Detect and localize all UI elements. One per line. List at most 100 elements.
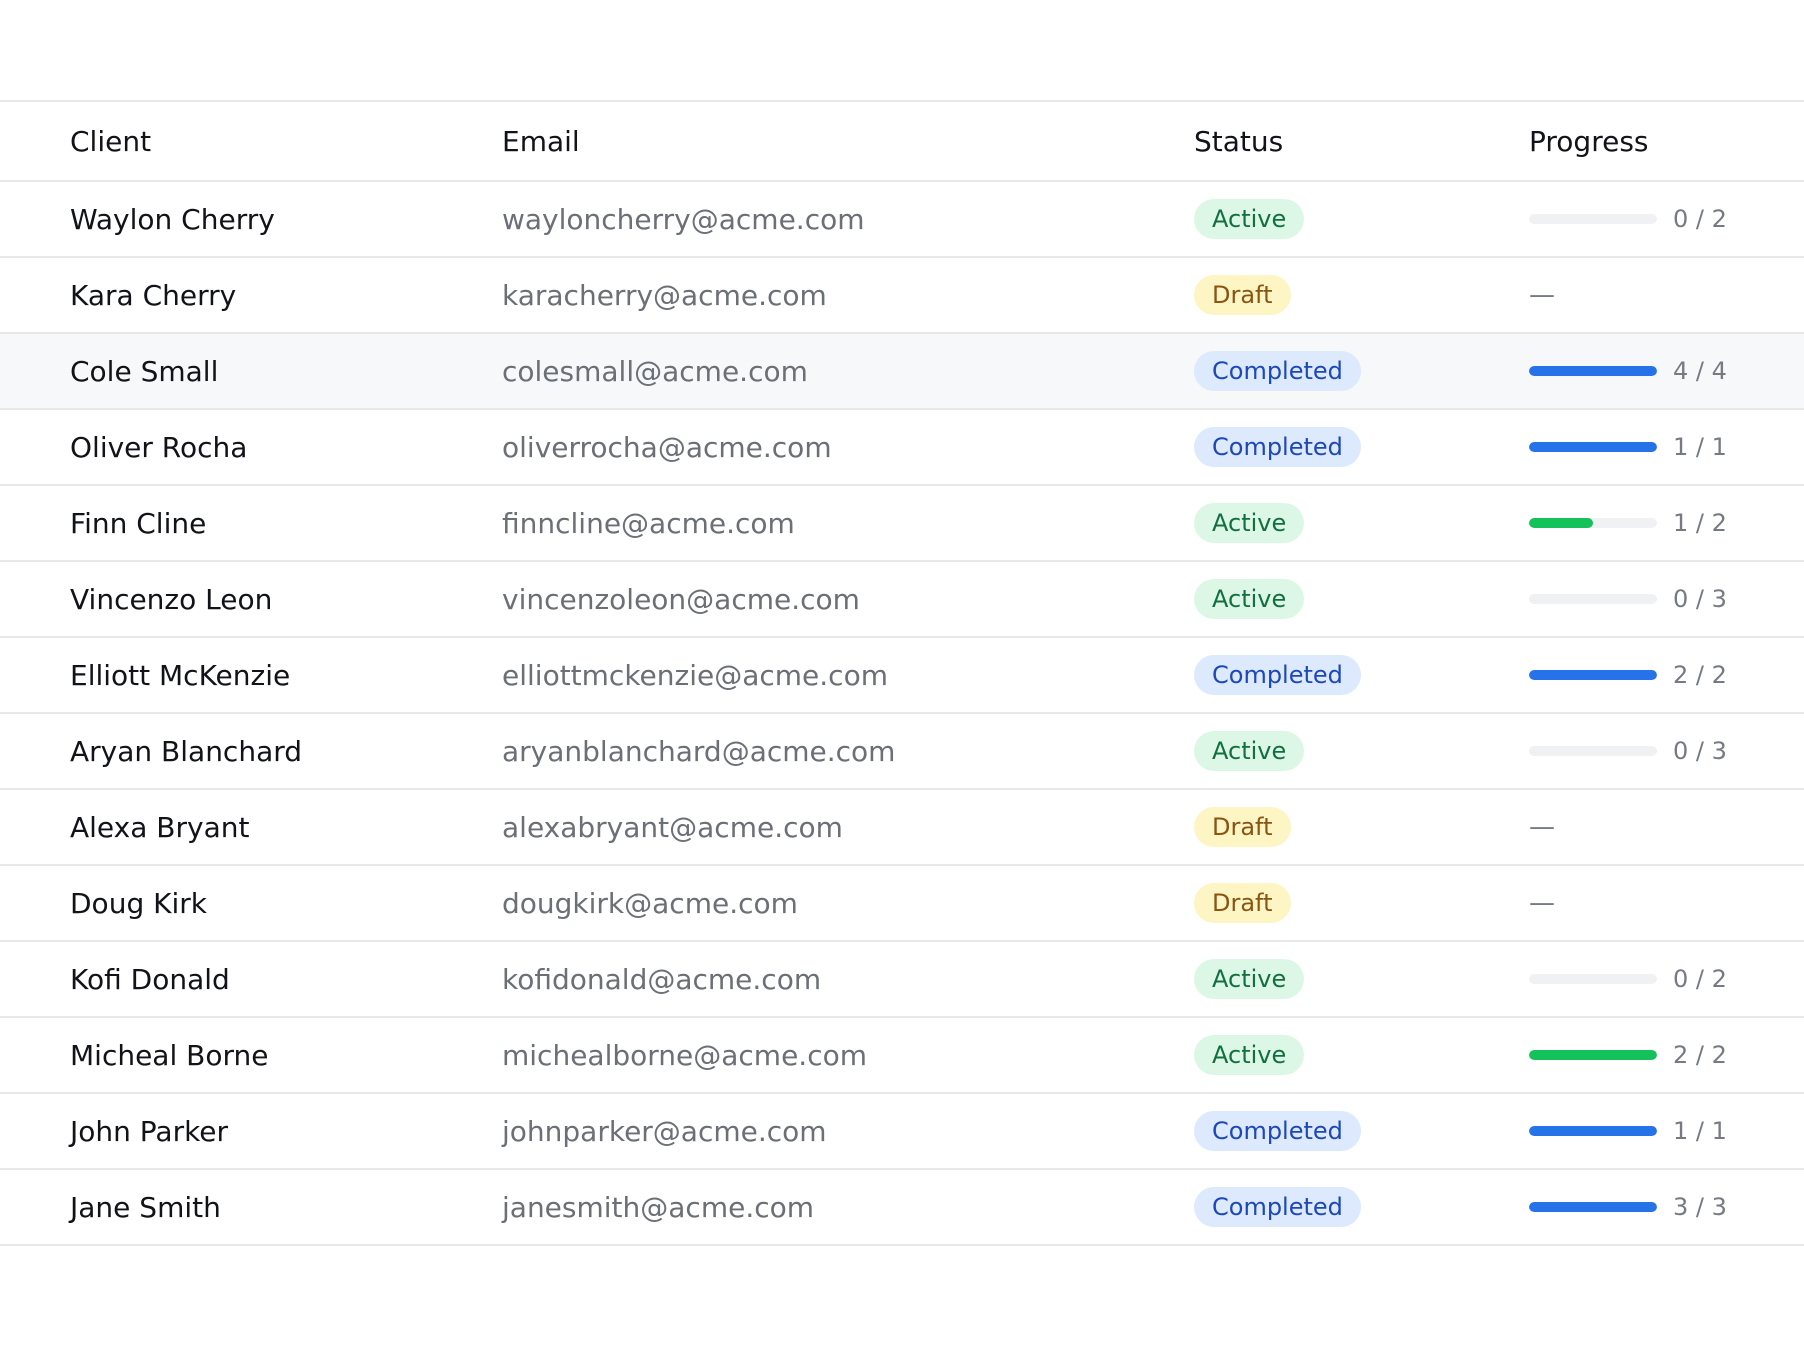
progress-cell: 0 / 3 — [1529, 562, 1727, 636]
status-badge: Draft — [1194, 883, 1291, 923]
table-row[interactable]: Doug Kirk dougkirk@acme.com Draft — — [0, 866, 1804, 942]
status-cell: Draft — [1194, 790, 1291, 864]
table-row[interactable]: Cole Small colesmall@acme.com Completed 4 /… — [0, 334, 1804, 410]
client-name: Jane Smith — [70, 1190, 221, 1224]
table-row[interactable]: Kara Cherry karacherry@acme.com Draft — — [0, 258, 1804, 334]
table-row[interactable]: Aryan Blanchard aryanblanchard@acme.com Ac… — [0, 714, 1804, 790]
progress-bar-track — [1529, 214, 1657, 224]
progress-indicator: 2 / 2 — [1529, 1041, 1727, 1069]
client-cell: Kara Cherry — [70, 258, 236, 332]
column-header-client-label: Client — [70, 124, 152, 158]
progress-count: 1 / 1 — [1673, 433, 1727, 461]
status-cell: Active — [1194, 942, 1305, 1016]
column-header-progress-label: Progress — [1529, 124, 1649, 158]
progress-count: 1 / 1 — [1673, 1117, 1727, 1145]
table-row[interactable]: Oliver Rocha oliverrocha@acme.com Complete… — [0, 410, 1804, 486]
table-row[interactable]: Micheal Borne michealborne@acme.com Active… — [0, 1018, 1804, 1094]
status-cell: Completed — [1194, 1170, 1361, 1244]
status-cell: Draft — [1194, 866, 1291, 940]
progress-cell: 0 / 3 — [1529, 714, 1727, 788]
client-name: Alexa Bryant — [70, 810, 250, 844]
email-cell: vincenzoleon@acme.com — [502, 562, 860, 636]
client-email: alexabryant@acme.com — [502, 810, 843, 844]
table-row[interactable]: Finn Cline finncline@acme.com Active 1 / 2 — [0, 486, 1804, 562]
progress-count: 3 / 3 — [1673, 1193, 1727, 1221]
progress-cell: — — [1529, 790, 1555, 864]
client-email: dougkirk@acme.com — [502, 886, 798, 920]
status-badge: Active — [1194, 579, 1305, 619]
column-header-email[interactable]: Email — [502, 102, 580, 180]
client-name: Waylon Cherry — [70, 202, 275, 236]
status-badge: Active — [1194, 1035, 1305, 1075]
table-row[interactable]: Waylon Cherry wayloncherry@acme.com Active… — [0, 182, 1804, 258]
table-row[interactable]: Jane Smith janesmith@acme.com Completed 3 /… — [0, 1170, 1804, 1246]
email-cell: kofidonald@acme.com — [502, 942, 821, 1016]
progress-indicator: 0 / 3 — [1529, 737, 1727, 765]
email-cell: alexabryant@acme.com — [502, 790, 843, 864]
client-cell: Finn Cline — [70, 486, 206, 560]
status-badge: Completed — [1194, 1111, 1361, 1151]
table-row[interactable]: Vincenzo Leon vincenzoleon@acme.com Active… — [0, 562, 1804, 638]
status-cell: Completed — [1194, 334, 1361, 408]
status-badge: Active — [1194, 199, 1305, 239]
email-cell: oliverrocha@acme.com — [502, 410, 832, 484]
client-email: karacherry@acme.com — [502, 278, 827, 312]
table-row[interactable]: John Parker johnparker@acme.com Completed 1… — [0, 1094, 1804, 1170]
email-cell: karacherry@acme.com — [502, 258, 827, 332]
client-email: kofidonald@acme.com — [502, 962, 822, 996]
progress-indicator: 1 / 1 — [1529, 433, 1727, 461]
progress-bar-fill — [1529, 442, 1657, 452]
client-cell: Alexa Bryant — [70, 790, 249, 864]
status-cell: Active — [1194, 714, 1305, 788]
column-header-progress[interactable]: Progress — [1529, 102, 1649, 180]
client-name: Aryan Blanchard — [70, 734, 303, 768]
progress-bar-track — [1529, 746, 1657, 756]
column-header-client[interactable]: Client — [70, 102, 151, 180]
client-name: Elliott McKenzie — [70, 658, 291, 692]
client-email: wayloncherry@acme.com — [502, 202, 865, 236]
progress-cell: 0 / 2 — [1529, 182, 1727, 256]
status-cell: Active — [1194, 1018, 1305, 1092]
progress-count: 2 / 2 — [1673, 1041, 1727, 1069]
status-cell: Completed — [1194, 638, 1361, 712]
progress-count: 0 / 2 — [1673, 205, 1727, 233]
progress-cell: 1 / 1 — [1529, 410, 1727, 484]
column-header-status[interactable]: Status — [1194, 102, 1283, 180]
table-header-row: Client Email Status Progress — [0, 102, 1804, 182]
progress-count: 0 / 2 — [1673, 965, 1727, 993]
progress-indicator: 4 / 4 — [1529, 357, 1727, 385]
progress-bar-fill — [1529, 366, 1657, 376]
progress-indicator: 3 / 3 — [1529, 1193, 1727, 1221]
client-email: colesmall@acme.com — [502, 354, 808, 388]
progress-count: 0 / 3 — [1673, 737, 1727, 765]
progress-bar-track — [1529, 594, 1657, 604]
email-cell: dougkirk@acme.com — [502, 866, 798, 940]
status-cell: Completed — [1194, 410, 1361, 484]
email-cell: wayloncherry@acme.com — [502, 182, 865, 256]
client-email: aryanblanchard@acme.com — [502, 734, 896, 768]
progress-count: 2 / 2 — [1673, 661, 1727, 689]
progress-indicator: 0 / 3 — [1529, 585, 1727, 613]
progress-cell: 0 / 2 — [1529, 942, 1727, 1016]
table-row[interactable]: Kofi Donald kofidonald@acme.com Active 0 / … — [0, 942, 1804, 1018]
status-cell: Active — [1194, 562, 1305, 636]
clients-table: Client Email Status Progress Waylon Cher… — [0, 100, 1804, 1246]
client-cell: John Parker — [70, 1094, 228, 1168]
progress-bar-fill — [1529, 1126, 1657, 1136]
client-cell: Jane Smith — [70, 1170, 221, 1244]
client-name: Kofi Donald — [70, 962, 230, 996]
progress-bar-track — [1529, 442, 1657, 452]
client-cell: Elliott McKenzie — [70, 638, 290, 712]
progress-count: 1 / 2 — [1673, 509, 1727, 537]
progress-cell: 3 / 3 — [1529, 1170, 1727, 1244]
status-cell: Draft — [1194, 258, 1291, 332]
table-row[interactable]: Elliott McKenzie elliottmckenzie@acme.com… — [0, 638, 1804, 714]
table-row[interactable]: Alexa Bryant alexabryant@acme.com Draft — — [0, 790, 1804, 866]
client-cell: Doug Kirk — [70, 866, 207, 940]
status-cell: Active — [1194, 182, 1305, 256]
client-cell: Micheal Borne — [70, 1018, 268, 1092]
progress-bar-track — [1529, 1202, 1657, 1212]
client-cell: Waylon Cherry — [70, 182, 275, 256]
email-cell: janesmith@acme.com — [502, 1170, 814, 1244]
client-cell: Oliver Rocha — [70, 410, 247, 484]
